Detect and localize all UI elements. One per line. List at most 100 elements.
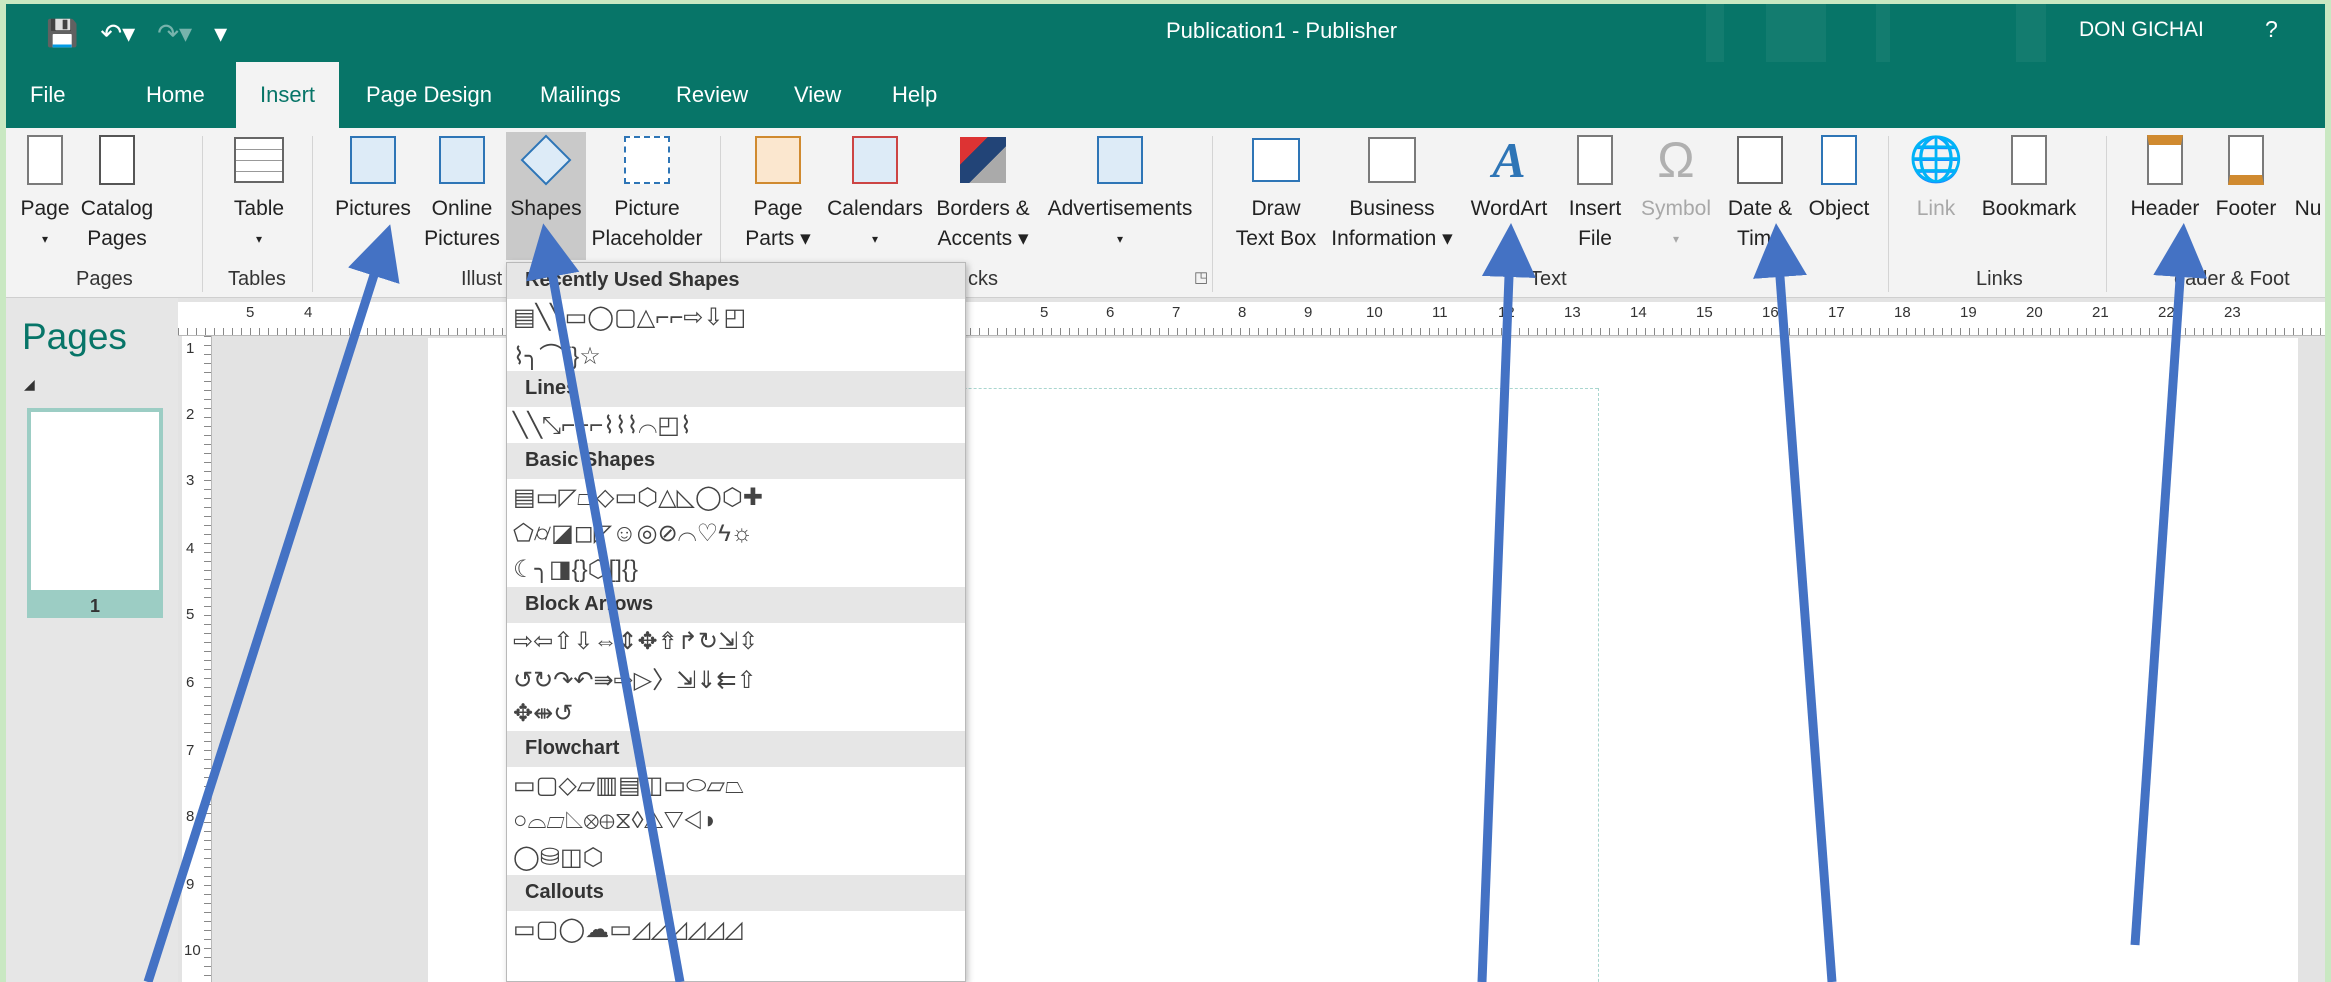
ruler-number: 8 [186, 808, 195, 825]
catalog-pages-button[interactable]: Catalog Pages [78, 132, 156, 254]
tab-review[interactable]: Review [652, 62, 772, 128]
ruler-number: 8 [1238, 304, 1247, 321]
shape-row[interactable]: ↺↻↷↶⇛⇨▷〉⇲⇓⇇⇧ [507, 659, 965, 695]
ruler-number: 23 [2224, 304, 2241, 321]
ruler-number: 7 [1172, 304, 1181, 321]
shape-row[interactable]: ⬠⌭◪◻◸☺◎⊘⌒♡ϟ☼ [507, 515, 965, 551]
page-thumbnail-number: 1 [27, 594, 163, 618]
quick-access-toolbar: 💾 ↶▾ ↷▾ ▾ [46, 16, 227, 50]
help-icon[interactable]: ? [2265, 16, 2278, 43]
ruler-number: 7 [186, 742, 195, 759]
date-time-icon [1735, 132, 1785, 188]
tab-view[interactable]: View [770, 62, 865, 128]
shape-row[interactable]: ▭▢◯☁▭◿◿◿◿◿◿ [507, 911, 965, 947]
tab-mailings[interactable]: Mailings [516, 62, 645, 128]
shape-row[interactable]: ▤▭◸⏢◇▭⬡△◺◯⬡✚ [507, 479, 965, 515]
ribbon: Page ▾ Catalog Pages Pages Table ▾ Table… [6, 128, 2325, 298]
pictures-button[interactable]: Pictures [330, 132, 416, 224]
ruler-number: 15 [1696, 304, 1713, 321]
dialog-launcher-icon[interactable]: ◳ [1194, 268, 1208, 286]
ribbon-tabs: File Home Insert Page Design Mailings Re… [6, 62, 2325, 128]
gallery-section-title: Block Arrows [507, 587, 965, 623]
gallery-section-title: Callouts [507, 875, 965, 911]
table-button[interactable]: Table ▾ [224, 132, 294, 254]
ruler-number: 4 [186, 540, 195, 557]
gallery-section-callouts: Callouts ▭▢◯☁▭◿◿◿◿◿◿ [507, 875, 965, 947]
bookmark-button[interactable]: Bookmark [1974, 132, 2084, 224]
group-building-blocks-label: cks [968, 268, 998, 290]
shape-row[interactable]: ⌇╮⌒{}☆ [507, 335, 965, 371]
customize-qat-icon[interactable]: ▾ [214, 16, 227, 50]
tab-file[interactable]: File [6, 62, 89, 128]
footer-button[interactable]: Footer [2206, 132, 2286, 224]
redo-icon[interactable]: ↷▾ [157, 16, 192, 50]
calendar-icon [850, 132, 900, 188]
save-icon[interactable]: 💾 [46, 16, 78, 50]
group-separator [312, 136, 313, 292]
insert-file-button[interactable]: Insert File [1558, 132, 1632, 254]
tab-help[interactable]: Help [868, 62, 961, 128]
ruler-number: 6 [186, 674, 195, 691]
borders-accents-icon [958, 132, 1008, 188]
group-header-footer-label: eader & Foot [2174, 268, 2290, 290]
margin-guide [1598, 388, 1599, 982]
shape-row[interactable]: ◯⛁◫⬡ [507, 839, 965, 875]
ruler-number: 6 [1106, 304, 1115, 321]
symbol-button[interactable]: Ω Symbol ▾ [1634, 132, 1718, 254]
shape-row[interactable]: ▤╲╲▭◯▢△⌐⌐⇨⇩◰ [507, 299, 965, 335]
date-time-button[interactable]: Date & Time [1718, 132, 1802, 254]
group-separator [1212, 136, 1213, 292]
picture-placeholder-button[interactable]: Picture Placeholder [588, 132, 706, 254]
page-parts-button[interactable]: Page Parts ▾ [740, 132, 816, 254]
wordart-button[interactable]: A WordArt ▾ [1462, 132, 1556, 254]
header-button[interactable]: Header [2120, 132, 2210, 224]
business-information-button[interactable]: Business Information ▾ [1322, 132, 1462, 254]
ruler-number: 19 [1960, 304, 1977, 321]
ruler-number: 4 [304, 304, 313, 321]
ruler-number: 13 [1564, 304, 1581, 321]
tab-insert[interactable]: Insert [236, 62, 340, 128]
shape-row[interactable]: ⇨⇦⇧⇩⇔⇕✥⇮↱↻⇲⇳ [507, 623, 965, 659]
shape-row[interactable]: ☾╮◨{}⬡[]{} [507, 551, 965, 587]
horizontal-ruler[interactable]: 5 4 5 6 7 8 9 10 11 12 13 14 15 16 17 18… [178, 302, 2325, 336]
tab-home[interactable]: Home [122, 62, 229, 128]
group-pages-label: Pages [76, 268, 133, 290]
ruler-number: 9 [1304, 304, 1313, 321]
object-button[interactable]: Object [1798, 132, 1880, 224]
gallery-section-title: Lines [507, 371, 965, 407]
page-button[interactable]: Page ▾ [20, 132, 70, 254]
vertical-ruler[interactable]: 1 2 3 4 5 6 7 8 9 10 [182, 336, 212, 982]
user-name[interactable]: DON GICHAI [2079, 18, 2204, 42]
group-tables-label: Tables [228, 268, 286, 290]
business-information-icon [1367, 132, 1417, 188]
online-pictures-button[interactable]: Online Pictures [424, 132, 500, 254]
link-button[interactable]: 🌐 Link [1904, 132, 1968, 224]
pages-title: Pages [22, 316, 127, 357]
ruler-number: 5 [186, 606, 195, 623]
link-icon: 🌐 [1908, 135, 1964, 184]
publisher-window: 💾 ↶▾ ↷▾ ▾ Publication1 - Publisher DON G… [6, 4, 2325, 982]
collapse-arrow-icon[interactable]: ◢ [24, 376, 35, 393]
page-thumbnail[interactable] [27, 408, 163, 594]
shapes-icon [520, 132, 572, 188]
group-separator [2106, 136, 2107, 292]
shape-row[interactable]: ╲╲⤡⌐⌐⌐⌇⌇⌇⌒◰⌇ [507, 407, 965, 443]
calendars-button[interactable]: Calendars ▾ [820, 132, 930, 254]
tab-page-design[interactable]: Page Design [342, 62, 516, 128]
borders-accents-button[interactable]: Borders & Accents ▾ [928, 132, 1038, 254]
advertisements-button[interactable]: Advertisements ▾ [1036, 132, 1204, 254]
page-number-button[interactable]: Nu [2288, 132, 2325, 224]
undo-icon[interactable]: ↶▾ [100, 16, 135, 50]
shape-row[interactable]: ▭▢◇▱▥▤◫▭⬭▱⏢ [507, 767, 965, 803]
ruler-number: 5 [1040, 304, 1049, 321]
draw-text-box-button[interactable]: Draw Text Box [1226, 132, 1326, 254]
shapes-gallery: Recently Used Shapes ▤╲╲▭◯▢△⌐⌐⇨⇩◰ ⌇╮⌒{}☆… [506, 262, 966, 982]
group-illustrations-label: Illust [461, 268, 503, 290]
group-links-label: Links [1976, 268, 2023, 290]
online-pictures-icon [437, 132, 487, 188]
shapes-button[interactable]: Shapes ▾ [506, 132, 586, 260]
ruler-number: 16 [1762, 304, 1779, 321]
shape-row[interactable]: ✥⇼↺ [507, 695, 965, 731]
wordart-icon: A [1492, 132, 1526, 188]
shape-row[interactable]: ○⌓▱◺⊗⊕⧖◊△▽◁◗ [507, 803, 965, 839]
